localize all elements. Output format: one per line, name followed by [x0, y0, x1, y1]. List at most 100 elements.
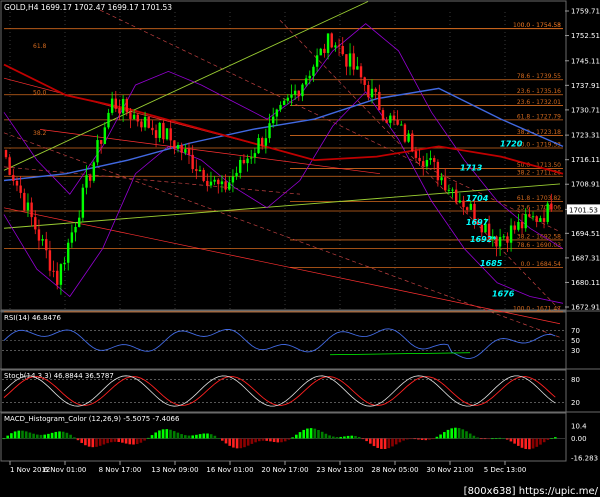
- macd-bar: [21, 430, 24, 439]
- macd-bar: [443, 432, 446, 439]
- candle-body: [352, 53, 355, 70]
- candle-body: [125, 98, 128, 113]
- macd-bar: [295, 434, 298, 439]
- macd-bar: [24, 431, 28, 439]
- candle-body: [140, 121, 143, 128]
- macd-bar: [154, 432, 157, 439]
- macd-bar: [132, 438, 135, 445]
- level-marker: 1697: [466, 218, 489, 227]
- candle-body: [279, 104, 282, 110]
- macd-bar: [169, 429, 172, 439]
- macd-bar: [91, 438, 95, 448]
- candle-body: [282, 100, 286, 105]
- fib-label: 23.6 - 1732.01: [517, 99, 561, 106]
- candle-body: [528, 214, 531, 217]
- price-tick-label: 1745.11: [571, 57, 600, 65]
- macd-bar: [76, 438, 80, 441]
- macd-bar: [298, 432, 302, 439]
- macd-bar: [450, 428, 453, 439]
- candle-body: [19, 185, 22, 193]
- macd-bar: [213, 435, 217, 439]
- macd-bar: [221, 438, 224, 441]
- candle-body: [498, 237, 502, 247]
- candle-body: [348, 53, 352, 67]
- macd-bar: [106, 438, 109, 444]
- macd-bar: [36, 434, 39, 439]
- macd-bar: [13, 431, 17, 439]
- candle-body: [154, 130, 158, 138]
- candle-body: [239, 159, 242, 173]
- candle-body: [304, 78, 308, 85]
- macd-bar: [535, 438, 539, 447]
- candle-body: [400, 124, 403, 126]
- rsi-tick: 50: [571, 337, 580, 345]
- macd-bar: [161, 429, 165, 439]
- candle-body: [345, 54, 348, 67]
- macd-tick: 10.4: [571, 423, 587, 431]
- macd-bar: [287, 438, 291, 440]
- macd-bar: [309, 428, 313, 439]
- macd-bar: [328, 435, 331, 439]
- price-tick-label: 1708.91: [571, 181, 600, 189]
- macd-bar: [73, 437, 76, 439]
- macd-bar: [487, 438, 490, 440]
- macd-bar: [187, 435, 191, 439]
- candle-body: [444, 177, 447, 191]
- macd-tick: 0.00: [571, 435, 587, 443]
- macd-bar: [480, 438, 483, 440]
- macd-bar: [387, 438, 391, 449]
- candle-body: [129, 112, 132, 119]
- macd-bar: [539, 438, 542, 445]
- candle-body: [535, 216, 538, 222]
- fib-left-label: 50.0: [33, 89, 47, 96]
- candle-body: [407, 133, 410, 142]
- macd-bar: [394, 438, 398, 445]
- macd-bar: [332, 436, 335, 439]
- macd-bar: [531, 438, 535, 449]
- trading-chart[interactable]: GOLD,H4 1699.17 1702.47 1699.17 1701.53 …: [0, 0, 600, 497]
- macd-bar: [61, 431, 65, 439]
- price-tick-label: 1737.91: [571, 82, 600, 90]
- price-tick-label: 1752.51: [571, 32, 600, 40]
- macd-bar: [176, 432, 180, 439]
- macd-bar: [498, 437, 502, 439]
- macd-bar: [343, 436, 346, 439]
- macd-bar: [513, 438, 516, 444]
- fib-label: 38.2 - 1692.58: [517, 233, 561, 240]
- candle-body: [63, 262, 66, 265]
- macd-bar: [324, 433, 328, 439]
- time-tick-label: 20 Nov 17:00: [261, 466, 308, 474]
- stoch-tick: 20: [571, 399, 580, 407]
- candle-body: [546, 203, 549, 222]
- time-tick-label: 16 Nov 01:00: [206, 466, 253, 474]
- macd-bar: [457, 428, 461, 439]
- fib-label: 38.2 - 1723.18: [517, 129, 561, 136]
- macd-bar: [239, 438, 243, 449]
- candle-body: [414, 151, 418, 158]
- candle-body: [81, 187, 85, 218]
- candle-body: [389, 115, 392, 123]
- macd-bar: [483, 438, 487, 440]
- candle-body: [297, 90, 300, 97]
- macd-bar: [494, 437, 498, 439]
- candle-body: [436, 161, 440, 181]
- candle-body: [250, 157, 253, 159]
- macd-bar: [461, 429, 465, 439]
- macd-bar: [113, 438, 117, 442]
- macd-bar: [58, 431, 61, 439]
- macd-bar: [47, 433, 50, 439]
- macd-bar: [339, 436, 342, 439]
- candle-body: [330, 33, 333, 48]
- candle-body: [458, 200, 462, 203]
- candle-body: [253, 153, 257, 158]
- macd-bar: [302, 429, 305, 439]
- price-tick-label: 1672.91: [571, 304, 600, 312]
- candle-body: [169, 128, 172, 141]
- macd-tick: -16.283: [571, 455, 598, 463]
- candle-body: [151, 127, 154, 131]
- time-tick-label: 23 Nov 13:00: [316, 466, 363, 474]
- candle-body: [425, 159, 429, 167]
- candle-body: [34, 217, 37, 230]
- candle-body: [422, 161, 425, 167]
- candle-body: [41, 239, 44, 241]
